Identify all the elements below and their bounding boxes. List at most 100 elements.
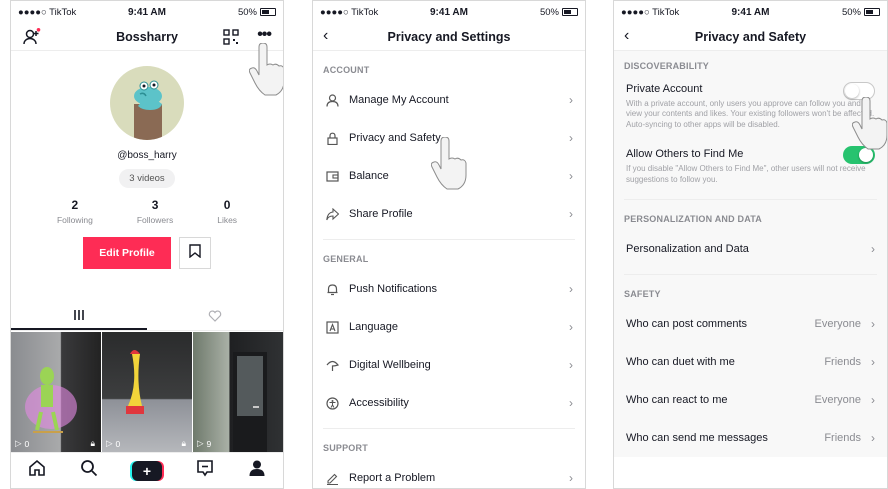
menu-item-label: Digital Wellbeing (349, 359, 431, 371)
play-icon: ▷ (197, 438, 204, 448)
chevron-right-icon: › (569, 282, 573, 296)
chevron-right-icon: › (569, 207, 573, 221)
bookmark-icon (189, 243, 201, 263)
video-views: ▷ 9 (197, 438, 211, 449)
status-bar: ●●●●○ TikTok 9:41 AM 50% (313, 1, 585, 23)
menu-item-label: Language (349, 321, 398, 333)
video-thumbnail[interactable]: ▷ 0 🔒︎ (102, 332, 192, 453)
tab-videos[interactable] (11, 305, 147, 330)
menu-item-push-notifications[interactable]: Push Notifications › (313, 270, 585, 308)
privacy-header: ‹ Privacy and Safety (614, 23, 887, 51)
menu-item-manage-account[interactable]: Manage My Account › (313, 81, 585, 119)
view-count: 0 (115, 438, 121, 449)
menu-item-label: Balance (349, 170, 389, 182)
setting-label: Private Account (626, 83, 703, 95)
menu-item-label: Who can duet with me (626, 355, 735, 368)
video-views: ▷ 0 (15, 438, 29, 449)
menu-item-report-problem[interactable]: Report a Problem › (313, 459, 585, 488)
section-header-personalization: PERSONALIZATION AND DATA (624, 213, 762, 224)
privacy-safety-screen: ●●●●○ TikTok 9:41 AM 50% ‹ Privacy and S… (613, 0, 888, 489)
setting-value: Friends (824, 431, 861, 444)
safety-item-duet[interactable]: Who can duet with me Friends › (614, 343, 887, 381)
find-me-setting: Allow Others to Find Me If you disable "… (614, 130, 887, 185)
video-thumbnail[interactable]: ▷ 9 (193, 332, 283, 453)
status-time: 9:41 AM (128, 6, 166, 18)
qr-code-icon[interactable] (223, 29, 239, 48)
setting-description: If you disable "Allow Others to Find Me"… (626, 164, 866, 184)
menu-item-label: Who can post comments (626, 317, 748, 330)
share-icon (325, 207, 339, 221)
more-options-icon[interactable]: ••• (257, 26, 272, 44)
menu-item-label: Who can react to me (626, 393, 728, 406)
person-icon (325, 93, 339, 107)
accessibility-icon (325, 396, 339, 410)
chevron-right-icon: › (569, 169, 573, 183)
divider (624, 198, 877, 200)
pointing-hand-icon (851, 96, 887, 151)
chevron-right-icon: › (569, 358, 573, 372)
liked-heart-icon (208, 310, 222, 325)
tab-liked[interactable] (147, 305, 283, 330)
setting-description: With a private account, only users you a… (626, 99, 875, 129)
stat-number: 0 (223, 198, 231, 212)
menu-item-label: Manage My Account (349, 94, 449, 106)
menu-item-label: Personalization and Data (626, 242, 749, 255)
profile-icon[interactable] (248, 459, 266, 482)
battery-icon (864, 8, 880, 16)
avatar[interactable] (110, 66, 184, 140)
stat-followers[interactable]: 3 Followers (137, 198, 173, 225)
page-title: Privacy and Safety (694, 29, 807, 44)
chevron-right-icon: › (569, 93, 573, 107)
setting-label: Allow Others to Find Me (626, 148, 744, 161)
search-icon[interactable] (80, 459, 98, 482)
toggle-knob (845, 83, 859, 98)
menu-item-language[interactable]: Language › (313, 308, 585, 346)
play-icon: ▷ (15, 438, 22, 448)
section-header-account: ACCOUNT (323, 65, 370, 75)
stat-likes[interactable]: 0 Likes (217, 198, 237, 225)
add-friend-icon[interactable] (23, 28, 41, 49)
wallet-icon (325, 169, 339, 183)
menu-item-label: Share Profile (349, 208, 413, 220)
menu-item-digital-wellbeing[interactable]: Digital Wellbeing › (313, 346, 585, 384)
settings-header: ‹ Privacy and Settings (313, 23, 585, 51)
view-count: 9 (206, 438, 212, 449)
profile-tabs (11, 305, 283, 331)
video-views: ▷ 0 (106, 438, 120, 449)
menu-item-label: Report a Problem (349, 472, 436, 484)
stat-label: Following (56, 215, 93, 225)
safety-item-react[interactable]: Who can react to me Everyone › (614, 381, 887, 419)
private-account-setting: Private Account With a private account, … (614, 77, 887, 130)
menu-item-accessibility[interactable]: Accessibility › (313, 384, 585, 422)
edit-profile-button[interactable]: Edit Profile (83, 237, 171, 269)
video-grid: ▷ 0 🔒︎ ▷ 0 🔒︎ ▷ 9 (11, 332, 283, 453)
language-icon (325, 320, 339, 334)
lock-icon: 🔒︎ (90, 438, 95, 448)
status-bar: ●●●●○ TikTok 9:41 AM 50% (11, 1, 283, 23)
create-video-button[interactable]: + (132, 460, 162, 481)
profile-stats: 2 Following 3 Followers 0 Likes (11, 198, 283, 225)
view-count: 0 (24, 438, 30, 449)
safety-item-messages[interactable]: Who can send me messages Friends › (614, 419, 887, 457)
home-icon[interactable] (28, 459, 46, 482)
back-icon[interactable]: ‹ (624, 27, 629, 45)
back-icon[interactable]: ‹ (323, 27, 328, 45)
battery-icon (562, 8, 578, 16)
menu-item-personalization[interactable]: Personalization and Data › (614, 230, 887, 268)
setting-value: Friends (824, 355, 861, 368)
status-bar: ●●●●○ TikTok 9:41 AM 50% (614, 1, 887, 23)
divider (323, 428, 575, 429)
discoverability-section: DISCOVERABILITY Private Account With a p… (614, 51, 887, 457)
stat-number: 3 (151, 198, 159, 212)
pointing-hand-icon (248, 42, 283, 97)
menu-item-share-profile[interactable]: Share Profile › (313, 195, 585, 233)
chevron-right-icon: › (871, 241, 875, 256)
inbox-icon[interactable] (196, 459, 214, 482)
safety-item-comments[interactable]: Who can post comments Everyone › (614, 305, 887, 343)
profile-handle: @boss_harry (117, 150, 177, 161)
bookmark-button[interactable] (179, 237, 211, 269)
pointing-hand-icon (430, 136, 467, 191)
video-thumbnail[interactable]: ▷ 0 🔒︎ (11, 332, 101, 453)
stat-following[interactable]: 2 Following (57, 198, 93, 225)
privacy-settings-screen: ●●●●○ TikTok 9:41 AM 50% ‹ Privacy and S… (312, 0, 586, 489)
